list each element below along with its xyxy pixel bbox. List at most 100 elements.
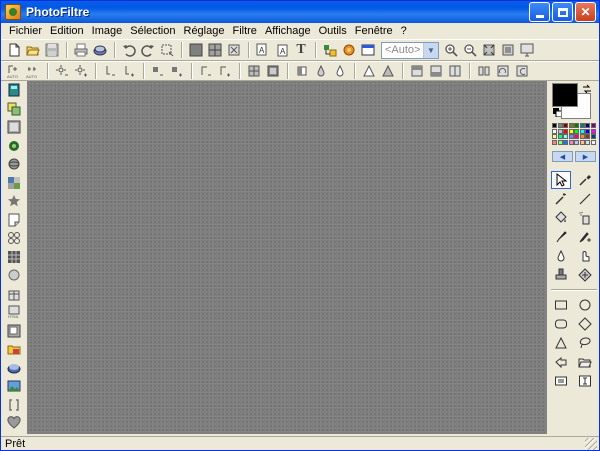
- brackets-filter-button[interactable]: [5, 396, 23, 414]
- palette-swatch[interactable]: [585, 134, 590, 139]
- menu-edition[interactable]: Edition: [46, 23, 88, 39]
- palette-swatch[interactable]: [557, 134, 563, 139]
- palette-swatch[interactable]: [568, 128, 574, 134]
- menu-outils[interactable]: Outils: [315, 23, 351, 39]
- open-selection-tool-button[interactable]: [575, 353, 595, 371]
- print-button[interactable]: [72, 41, 90, 59]
- rotate-left-button[interactable]: [494, 62, 512, 80]
- ellipse-tool-button[interactable]: [575, 296, 595, 314]
- rectangle-tool-button[interactable]: [551, 296, 571, 314]
- menu-reglage[interactable]: Réglage: [180, 23, 229, 39]
- sharpen-more-button[interactable]: [379, 62, 397, 80]
- image-size-button[interactable]: [187, 41, 205, 59]
- landscape-filter-button[interactable]: [5, 377, 23, 395]
- texture-filter-button[interactable]: [5, 137, 23, 155]
- layers-filter-button[interactable]: [5, 100, 23, 118]
- menu-affichage[interactable]: Affichage: [261, 23, 315, 39]
- magic-wand-tool-button[interactable]: [551, 190, 571, 208]
- explorer-button[interactable]: [359, 41, 377, 59]
- diamond-tool-button[interactable]: [575, 315, 595, 333]
- palette-swatch[interactable]: [590, 128, 596, 134]
- palette-swatch[interactable]: [563, 128, 568, 134]
- paste-as-button[interactable]: A: [273, 41, 291, 59]
- negative-button[interactable]: [264, 62, 282, 80]
- palette-next-button[interactable]: ▶: [575, 151, 596, 162]
- palette-swatch[interactable]: [579, 134, 585, 139]
- fade-button[interactable]: [293, 62, 311, 80]
- automation-button[interactable]: [321, 41, 339, 59]
- selection-tool-button[interactable]: [551, 171, 571, 189]
- menu-fichier[interactable]: Fichier: [5, 23, 46, 39]
- scanner-filter-button[interactable]: [5, 359, 23, 377]
- save-button[interactable]: [43, 41, 61, 59]
- text-button[interactable]: T: [292, 41, 310, 59]
- auto-levels-button[interactable]: AUTO: [5, 62, 23, 80]
- foreground-color-swatch[interactable]: [552, 83, 578, 107]
- flip-horizontal-button[interactable]: [408, 62, 426, 80]
- title-bar[interactable]: PhotoFiltre ✕: [1, 1, 599, 23]
- zoom-out-button[interactable]: [461, 41, 479, 59]
- gift-filter-button[interactable]: [5, 285, 23, 303]
- maximize-button[interactable]: [552, 2, 573, 22]
- line-tool-button[interactable]: [575, 190, 595, 208]
- stamp-tool-button[interactable]: [551, 266, 571, 284]
- calculator-filter-button[interactable]: [5, 81, 23, 99]
- workspace-area[interactable]: [27, 81, 547, 434]
- chevron-down-icon[interactable]: ▼: [423, 42, 438, 58]
- palette-swatch[interactable]: [574, 134, 579, 139]
- palette-swatch[interactable]: [552, 128, 557, 134]
- menu-selection[interactable]: Sélection: [126, 23, 179, 39]
- scan-button[interactable]: [91, 41, 109, 59]
- fit-window-button[interactable]: [499, 41, 517, 59]
- grid-filter-button[interactable]: [5, 248, 23, 266]
- zoom-in-button[interactable]: [442, 41, 460, 59]
- resize-grip-icon[interactable]: [585, 438, 597, 450]
- crop-button[interactable]: [225, 41, 243, 59]
- plugins-button[interactable]: [340, 41, 358, 59]
- mosaic-filter-button[interactable]: [5, 174, 23, 192]
- star-filter-button[interactable]: [5, 192, 23, 210]
- copy-as-button[interactable]: A: [254, 41, 272, 59]
- palette-swatch[interactable]: [579, 128, 585, 134]
- palette-swatch[interactable]: [585, 123, 590, 128]
- palette-swatch[interactable]: [579, 123, 585, 128]
- brightness-down-button[interactable]: [53, 62, 71, 80]
- menu-filtre[interactable]: Filtre: [228, 23, 260, 39]
- circle-filter-button[interactable]: [5, 266, 23, 284]
- palette-swatch[interactable]: [552, 139, 557, 145]
- palette-prev-button[interactable]: ◀: [552, 151, 573, 162]
- spray-tool-button[interactable]: [575, 209, 595, 227]
- palette-swatch[interactable]: [568, 123, 574, 128]
- brightness-up-button[interactable]: [72, 62, 90, 80]
- redo-button[interactable]: [139, 41, 157, 59]
- minimize-button[interactable]: [529, 2, 550, 22]
- polygon-tool-button[interactable]: [551, 353, 571, 371]
- lasso-tool-button[interactable]: [575, 334, 595, 352]
- contrast-down-button[interactable]: [101, 62, 119, 80]
- grayscale-button[interactable]: [245, 62, 263, 80]
- menu-help[interactable]: ?: [397, 23, 411, 39]
- palette-swatch[interactable]: [568, 139, 574, 145]
- sphere-filter-button[interactable]: [5, 155, 23, 173]
- cursor-tool-button[interactable]: [575, 372, 595, 390]
- mirror-button[interactable]: [446, 62, 464, 80]
- saturation-up-button[interactable]: [168, 62, 186, 80]
- pattern-tool-button[interactable]: [575, 266, 595, 284]
- photo-frame-filter-button[interactable]: [5, 322, 23, 340]
- palette-swatch[interactable]: [563, 139, 568, 145]
- palette-swatch[interactable]: [557, 123, 563, 128]
- contrast-up-button[interactable]: [120, 62, 138, 80]
- palette-swatch[interactable]: [563, 134, 568, 139]
- sharpen-button[interactable]: [331, 62, 349, 80]
- page-curl-filter-button[interactable]: [5, 211, 23, 229]
- new-button[interactable]: [5, 41, 23, 59]
- repeat-button[interactable]: [158, 41, 176, 59]
- canvas-size-button[interactable]: [206, 41, 224, 59]
- heart-filter-button[interactable]: [5, 414, 23, 432]
- blur-button[interactable]: [360, 62, 378, 80]
- triangle-tool-button[interactable]: [551, 334, 571, 352]
- palette-swatch[interactable]: [585, 128, 590, 134]
- menu-fenetre[interactable]: Fenêtre: [351, 23, 397, 39]
- actual-size-button[interactable]: [480, 41, 498, 59]
- brush-tool-button[interactable]: [551, 228, 571, 246]
